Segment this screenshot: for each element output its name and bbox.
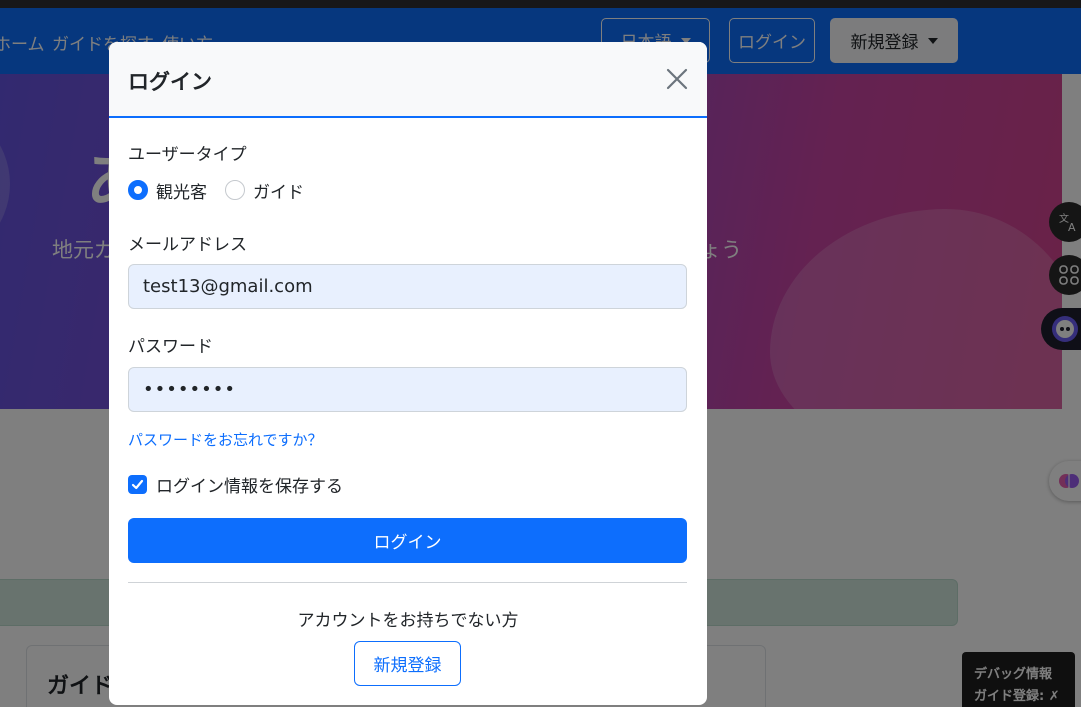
forgot-password-link[interactable]: パスワードをお忘れですか？: [128, 429, 323, 450]
login-submit-label: ログイン: [373, 533, 442, 553]
modal-title: ログイン: [128, 70, 212, 94]
radio-guide-label[interactable]: ガイド: [253, 178, 304, 203]
close-icon[interactable]: [663, 65, 691, 93]
no-account-text: アカウントをお持ちでない方: [297, 611, 519, 631]
radio-tourist[interactable]: [128, 180, 148, 200]
signup-button[interactable]: 新規登録: [354, 641, 461, 686]
modal-header: ログイン: [109, 42, 707, 118]
radio-guide[interactable]: [225, 180, 245, 200]
login-submit-button[interactable]: ログイン: [128, 518, 687, 563]
check-icon: [131, 479, 144, 489]
divider: [128, 582, 687, 583]
user-type-label: ユーザータイプ: [128, 145, 247, 165]
user-type-radio-group: 観光客 ガイド: [128, 178, 322, 203]
email-field[interactable]: [128, 264, 687, 309]
password-field[interactable]: [128, 367, 687, 412]
remember-me-checkbox[interactable]: [128, 474, 147, 494]
remember-me[interactable]: ログイン情報を保存する: [128, 472, 343, 497]
remember-me-label[interactable]: ログイン情報を保存する: [156, 472, 343, 497]
login-modal: ログイン ユーザータイプ 観光客 ガイド メールアドレス パスワード パスワード…: [109, 42, 707, 705]
password-label: パスワード: [128, 337, 213, 357]
signup-button-label: 新規登録: [373, 656, 442, 676]
email-label: メールアドレス: [128, 235, 247, 255]
radio-tourist-label[interactable]: 観光客: [156, 178, 207, 203]
